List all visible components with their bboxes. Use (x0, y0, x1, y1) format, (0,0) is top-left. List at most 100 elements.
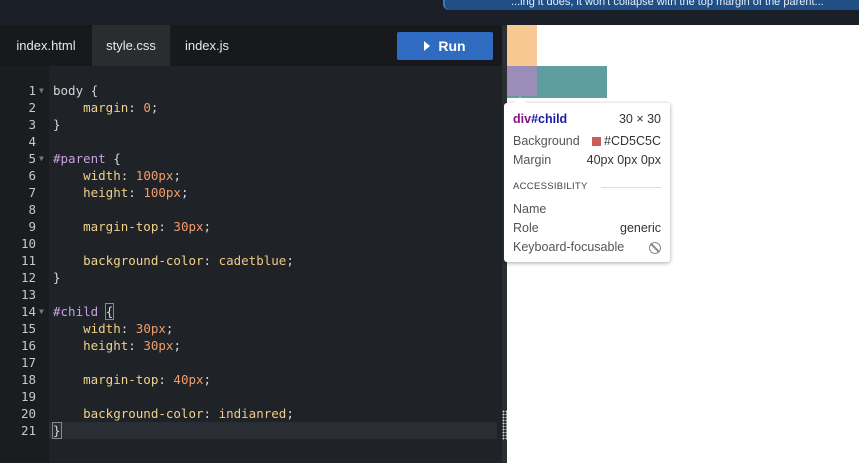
inspect-tooltip: div#child 30 × 30 Background #CD5C5C Mar… (504, 97, 670, 262)
child-element[interactable] (507, 66, 537, 96)
unit: px (150, 321, 166, 336)
line-number: 5 (28, 151, 36, 166)
keyboard-focusable-label: Keyboard-focusable (513, 240, 625, 254)
margin-value: 40px 0px 0px (586, 153, 661, 167)
punct: : (120, 321, 136, 336)
code-line-active[interactable]: 21} (0, 422, 502, 439)
line-number: 7 (28, 185, 36, 200)
no-entry-icon (649, 242, 661, 254)
value: cadetblue (218, 253, 287, 268)
code-line[interactable]: 4 (0, 133, 502, 150)
line-number: 19 (20, 389, 36, 404)
property: height (53, 185, 129, 200)
color-swatch (592, 137, 602, 146)
line-number: 14 (20, 304, 36, 319)
value: 30 (143, 338, 159, 353)
brace-match: { (104, 303, 115, 320)
code-line[interactable]: 6 width: 100px; (0, 167, 502, 184)
code-line[interactable]: 19 (0, 388, 502, 405)
property: margin-top (53, 372, 159, 387)
value: 100 (143, 185, 166, 200)
brace: { (105, 151, 121, 166)
line-number: 1 (28, 83, 36, 98)
code-line[interactable]: 7 height: 100px; (0, 184, 502, 201)
punct: ; (173, 338, 181, 353)
line-number: 15 (20, 321, 36, 336)
unit: px (158, 338, 174, 353)
line-number: 4 (28, 134, 36, 149)
punct: : (120, 168, 136, 183)
element-id: #child (531, 112, 568, 126)
punct: : (158, 372, 174, 387)
punct: ; (165, 321, 174, 336)
code-line[interactable]: 2 margin: 0; (0, 99, 502, 116)
notification-text: ...ing it does, it won't collapse with t… (511, 0, 824, 8)
active-line-highlight (49, 422, 497, 439)
tooltip-background-row: Background #CD5C5C (513, 132, 661, 150)
punct: ; (203, 219, 212, 234)
code-line[interactable]: 3} (0, 116, 502, 133)
punct: : (128, 338, 144, 353)
background-label: Background (513, 134, 580, 148)
line-number: 8 (28, 202, 36, 217)
code-line[interactable]: 20 background-color: indianred; (0, 405, 502, 422)
unit: px (158, 168, 174, 183)
selector: #child (53, 304, 99, 319)
code-line[interactable]: 15 width: 30px; (0, 320, 502, 337)
punct (98, 304, 106, 319)
line-number: 13 (20, 287, 36, 302)
property: width (53, 321, 121, 336)
value: 30 (173, 219, 189, 234)
tooltip-margin-row: Margin 40px 0px 0px (513, 151, 661, 169)
code-line[interactable]: 8 (0, 201, 502, 218)
code-line[interactable]: 18 margin-top: 40px; (0, 371, 502, 388)
divider (601, 187, 661, 188)
brace: } (53, 117, 61, 132)
property: margin-top (53, 219, 159, 234)
fold-arrow-icon[interactable]: ▼ (39, 303, 44, 320)
code-line[interactable]: 16 height: 30px; (0, 337, 502, 354)
code-lines: 1 ▼ body { 2 margin: 0; 3} 4 5 ▼ #parent { 6… (0, 0, 502, 463)
line-number: 18 (20, 372, 36, 387)
property: width (53, 168, 121, 183)
code-line[interactable]: 11 background-color: cadetblue; (0, 252, 502, 269)
selector: body { (53, 83, 99, 98)
line-number: 12 (20, 270, 36, 285)
code-line[interactable]: 5 ▼ #parent { (0, 150, 502, 167)
background-value: #CD5C5C (604, 134, 661, 148)
code-line[interactable]: 12} (0, 269, 502, 286)
fold-arrow-icon[interactable]: ▼ (39, 82, 44, 99)
role-value: generic (620, 221, 661, 235)
code-line[interactable]: 10 (0, 235, 502, 252)
brace: } (53, 270, 61, 285)
code-line[interactable]: 17 (0, 354, 502, 371)
line-number: 3 (28, 117, 36, 132)
code-line[interactable]: 14 ▼ #child { (0, 303, 502, 320)
punct: ; (203, 372, 212, 387)
code-line[interactable]: 13 (0, 286, 502, 303)
value: 0 (143, 100, 151, 115)
punct: : (128, 185, 144, 200)
accessibility-heading-text: ACCESSIBILITY (513, 181, 588, 192)
line-number: 9 (28, 219, 36, 234)
punct: : (203, 406, 219, 421)
property: background-color (53, 406, 204, 421)
code-line[interactable]: 9 margin-top: 30px; (0, 218, 502, 235)
value: indianred (218, 406, 287, 421)
punct: ; (286, 406, 294, 421)
punct: ; (180, 185, 189, 200)
name-label: Name (513, 202, 547, 216)
line-number: 16 (20, 338, 36, 353)
role-label: Role (513, 221, 539, 235)
unit: px (165, 185, 181, 200)
tooltip-arrow (514, 97, 526, 103)
notification-banner[interactable]: ...ing it does, it won't collapse with t… (443, 0, 859, 10)
margin-overlay (507, 25, 537, 66)
selector: #parent (53, 151, 106, 166)
code-line[interactable]: 1 ▼ body { (0, 82, 502, 99)
property: margin (53, 100, 129, 115)
margin-label: Margin (513, 153, 552, 167)
unit: px (188, 219, 204, 234)
fold-arrow-icon[interactable]: ▼ (39, 150, 44, 167)
tooltip-header: div#child 30 × 30 (513, 110, 661, 128)
